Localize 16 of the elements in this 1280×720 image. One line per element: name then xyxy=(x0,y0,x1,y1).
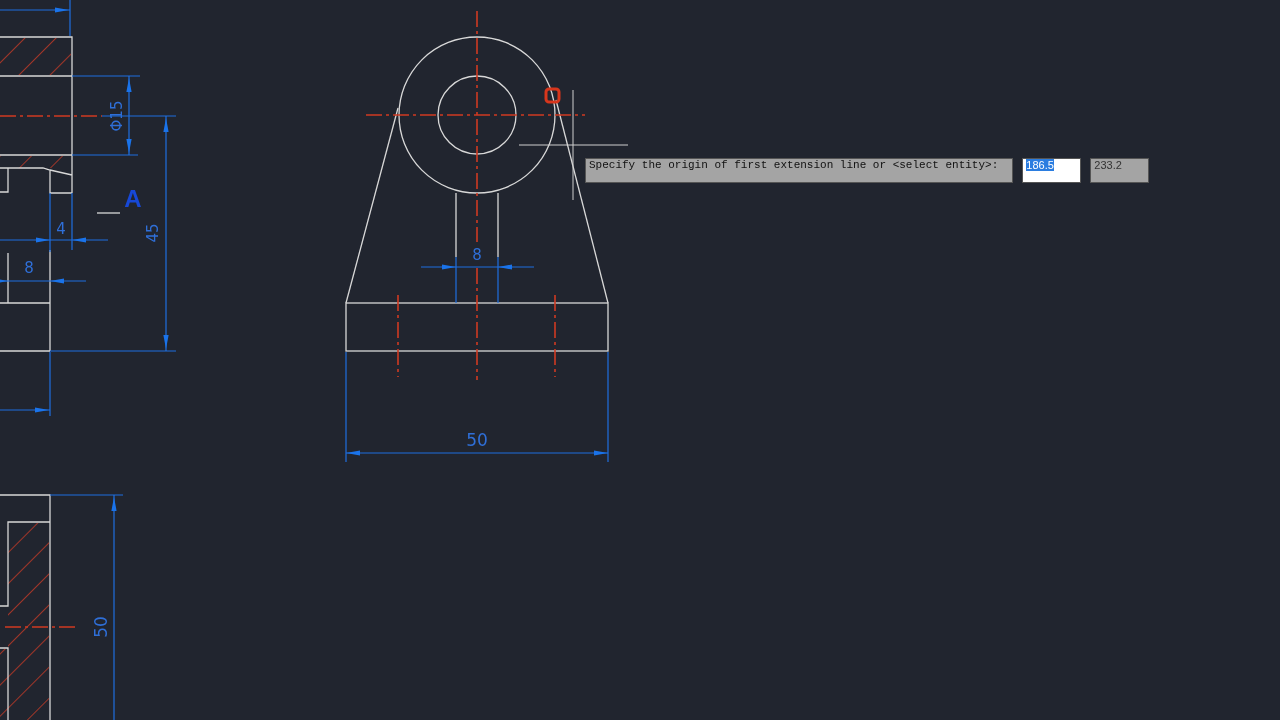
coordinate-field[interactable]: 233.2 xyxy=(1090,158,1150,183)
dimension-line xyxy=(0,0,71,37)
snap-marker-icon xyxy=(544,87,561,104)
stem-outline xyxy=(455,192,499,258)
dimension-text: 45 xyxy=(144,223,162,243)
section-cut-line xyxy=(96,212,121,214)
dimension-text: 8 xyxy=(472,246,482,264)
dimension-text: 50 xyxy=(91,616,111,638)
dimension-text: 4 xyxy=(56,220,66,238)
hatch-pattern xyxy=(0,38,71,75)
dimension-text: 50 xyxy=(466,430,488,450)
dimension-text: Φ15 xyxy=(108,100,126,132)
dimension-text: 8 xyxy=(24,259,34,277)
coordinate-field[interactable]: 186.5 xyxy=(1022,158,1082,183)
section-label: A xyxy=(124,184,142,212)
command-prompt: Specify the origin of first extension line or <select entity>: xyxy=(585,158,1014,183)
